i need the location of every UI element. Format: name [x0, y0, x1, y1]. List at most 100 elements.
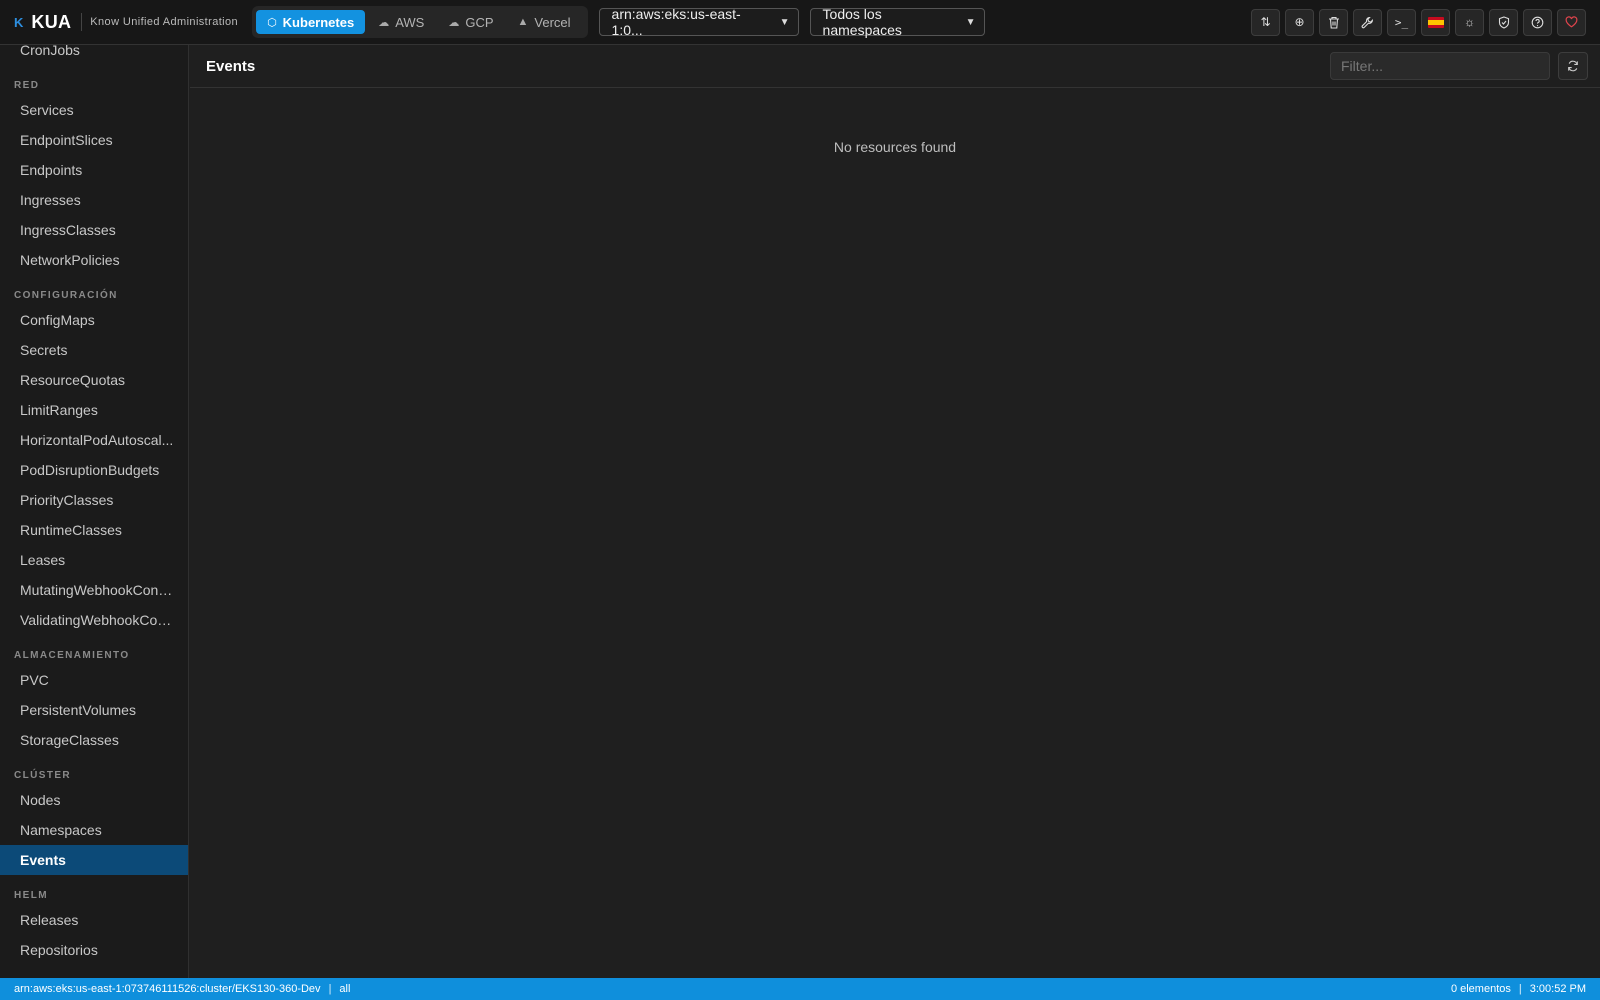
- help-button[interactable]: [1523, 8, 1552, 36]
- sidebar-item-horizontalpodautoscalers[interactable]: HorizontalPodAutoscal...: [0, 425, 188, 455]
- tab-label: GCP: [465, 14, 494, 30]
- sidebar-item-configmaps[interactable]: ConfigMaps: [0, 305, 188, 335]
- sidebar-item-label: Services: [20, 102, 74, 118]
- status-time: 3:00:52 PM: [1529, 983, 1586, 995]
- tab-label: Vercel: [534, 14, 571, 30]
- sidebar-item-label: HorizontalPodAutoscal...: [20, 432, 174, 448]
- sidebar-item-leases[interactable]: Leases: [0, 545, 188, 575]
- tab-label: AWS: [395, 14, 425, 30]
- wrench-icon: [1361, 16, 1373, 28]
- sidebar-item-persistentvolumes[interactable]: PersistentVolumes: [0, 695, 188, 725]
- sidebar-item-ingresses[interactable]: Ingresses: [0, 185, 188, 215]
- sidebar-item-label: Leases: [20, 552, 66, 568]
- sidebar-item-services[interactable]: Services: [0, 95, 188, 125]
- sidebar-item-label: Namespaces: [20, 822, 102, 838]
- sidebar-item-priorityclasses[interactable]: PriorityClasses: [0, 485, 188, 515]
- sidebar-item-label: Ingresses: [20, 192, 81, 208]
- sidebar-item-networkpolicies[interactable]: NetworkPolicies: [0, 245, 188, 275]
- filter-input[interactable]: [1330, 52, 1550, 80]
- sidebar-item-label: RuntimeClasses: [20, 522, 122, 538]
- sidebar-item-label: Nodes: [20, 792, 61, 808]
- sidebar-item-label: IngressClasses: [20, 222, 116, 238]
- sidebar-item-limitranges[interactable]: LimitRanges: [0, 395, 188, 425]
- sidebar-item-pvc[interactable]: PVC: [0, 665, 188, 695]
- namespace-select[interactable]: Todos los namespaces ▼: [809, 6, 985, 38]
- sidebar-item-label: StorageClasses: [20, 732, 119, 748]
- terminal-button[interactable]: >_: [1387, 8, 1416, 36]
- sidebar-section-cluster: CLÚSTER: [14, 770, 72, 781]
- status-namespace: all: [339, 983, 351, 995]
- sidebar-item-nodes[interactable]: Nodes: [0, 785, 188, 815]
- tab-gcp[interactable]: ☁ GCP: [437, 10, 504, 34]
- help-icon: [1531, 16, 1544, 28]
- status-bar: arn:aws:eks:us-east-1:073746111526:clust…: [0, 978, 1600, 1000]
- sidebar-item-label: LimitRanges: [20, 402, 98, 418]
- status-right: 0 elementos | 3:00:52 PM: [1451, 983, 1586, 995]
- tools-button[interactable]: [1353, 8, 1382, 36]
- sidebar-item-label: NetworkPolicies: [20, 252, 120, 268]
- sidebar-item-endpoints[interactable]: Endpoints: [0, 155, 188, 185]
- status-separator: |: [328, 983, 332, 995]
- page-title: Events: [206, 57, 256, 75]
- diff-button[interactable]: ⇅: [1251, 8, 1280, 36]
- sidebar-item-validatingwebhookconfigurations[interactable]: ValidatingWebhookCon...: [0, 605, 188, 635]
- sidebar-item-repositorios[interactable]: Repositorios: [0, 935, 188, 965]
- sidebar-item-label: Endpoints: [20, 162, 83, 178]
- namespace-select-value: Todos los namespaces: [822, 6, 902, 38]
- terminal-icon: >_: [1394, 15, 1409, 29]
- sidebar-item-label: CronJobs: [20, 45, 80, 58]
- app-name: KUA: [31, 11, 72, 32]
- sidebar-item-label: PVC: [20, 672, 49, 688]
- sidebar-section-almacenamiento: ALMACENAMIENTO: [14, 650, 130, 661]
- language-button[interactable]: [1421, 8, 1450, 36]
- shield-icon: [1498, 15, 1509, 29]
- status-item-count: 0 elementos: [1450, 983, 1511, 995]
- sidebar-item-mutatingwebhookconfigurations[interactable]: MutatingWebhookConfi...: [0, 575, 188, 605]
- sidebar-item-runtimeclasses[interactable]: RuntimeClasses: [0, 515, 188, 545]
- sidebar-item-label: PriorityClasses: [20, 492, 114, 508]
- sidebar-item-resourcequotas[interactable]: ResourceQuotas: [0, 365, 188, 395]
- status-separator: |: [1518, 983, 1522, 995]
- tab-aws[interactable]: ☁ AWS: [367, 10, 435, 34]
- content-header: Events: [190, 45, 1600, 88]
- sidebar-item-secrets[interactable]: Secrets: [0, 335, 188, 365]
- add-circle-icon: ⊕: [1294, 15, 1305, 29]
- top-bar: K KUA Know Unified Administration ⬡ Kube…: [0, 0, 1600, 45]
- divider: [81, 13, 83, 31]
- theme-toggle-button[interactable]: ☼: [1455, 8, 1484, 36]
- app-tagline: Know Unified Administration: [90, 16, 239, 28]
- sidebar: CronJobs RED Services EndpointSlices End…: [0, 45, 189, 978]
- main-content: Events No resources found: [190, 45, 1600, 978]
- cube-icon: ⬡: [267, 16, 277, 29]
- provider-tabs: ⬡ Kubernetes ☁ AWS ☁ GCP ▲ Vercel: [252, 6, 588, 38]
- sidebar-item-endpointslices[interactable]: EndpointSlices: [0, 125, 188, 155]
- add-resource-button[interactable]: ⊕: [1285, 8, 1314, 36]
- sidebar-item-label: Events: [20, 852, 66, 868]
- sidebar-section-configuracion: CONFIGURACIÓN: [14, 290, 118, 301]
- sidebar-item-poddisruptionbudgets[interactable]: PodDisruptionBudgets: [0, 455, 188, 485]
- refresh-button[interactable]: [1558, 52, 1588, 80]
- favorite-button[interactable]: [1557, 8, 1586, 36]
- sidebar-item-events[interactable]: Events: [0, 845, 188, 875]
- sidebar-item-namespaces[interactable]: Namespaces: [0, 815, 188, 845]
- sidebar-item-releases[interactable]: Releases: [0, 905, 188, 935]
- app-logo[interactable]: K KUA: [14, 12, 71, 33]
- tab-vercel[interactable]: ▲ Vercel: [507, 10, 582, 34]
- sidebar-item-label: MutatingWebhookConfi...: [20, 582, 175, 598]
- chevron-down-icon: ▼: [965, 16, 976, 28]
- sidebar-item-label: Releases: [20, 912, 79, 928]
- tab-kubernetes[interactable]: ⬡ Kubernetes: [256, 10, 366, 34]
- security-button[interactable]: [1489, 8, 1518, 36]
- cloud-icon: ☁: [378, 16, 390, 29]
- sidebar-item-storageclasses[interactable]: StorageClasses: [0, 725, 188, 755]
- diff-icon: ⇅: [1260, 15, 1271, 29]
- spain-flag-icon: [1427, 16, 1444, 28]
- sidebar-item-label: ValidatingWebhookCon...: [20, 612, 175, 628]
- context-select[interactable]: arn:aws:eks:us-east-1:0... ▼: [598, 6, 799, 38]
- delete-button[interactable]: [1319, 8, 1348, 36]
- sidebar-section-helm: HELM: [14, 890, 48, 901]
- sidebar-item-cronjobs[interactable]: CronJobs: [0, 45, 188, 65]
- refresh-icon: [1568, 60, 1578, 72]
- sidebar-item-ingressclasses[interactable]: IngressClasses: [0, 215, 188, 245]
- sidebar-item-label: Secrets: [20, 342, 68, 358]
